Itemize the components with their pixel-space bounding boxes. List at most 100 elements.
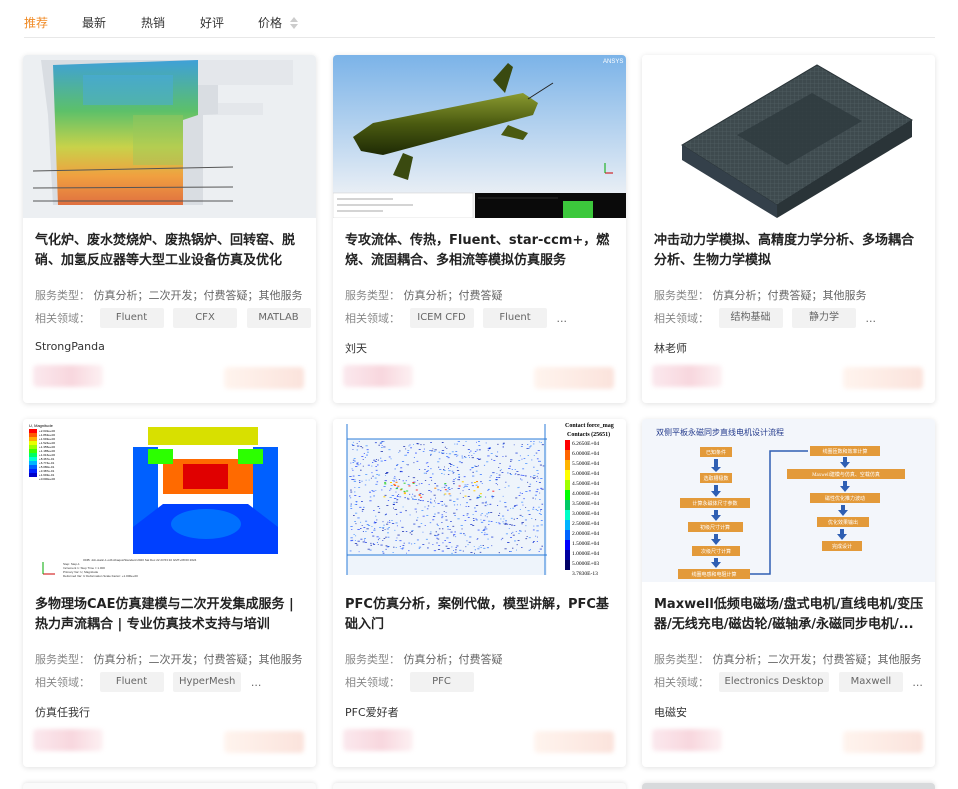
legend-value: 5.0000E+04 bbox=[572, 471, 599, 477]
blurred-price bbox=[33, 365, 103, 387]
service-type-label: 服务类型： bbox=[345, 653, 400, 666]
blurred-price bbox=[343, 729, 413, 751]
blurred-badge bbox=[534, 731, 614, 753]
more-fields-ellipsis[interactable]: ... bbox=[866, 312, 877, 325]
field-chip[interactable]: Fluent bbox=[99, 308, 164, 328]
service-card[interactable]: Contact force_mag Contacts (25651) 6.265… bbox=[333, 419, 626, 767]
cfd-furnace-image bbox=[23, 55, 316, 218]
service-card[interactable]: 气化炉、废水焚烧炉、废热锅炉、回转窑、脱硝、加氢反应器等大型工业设备仿真及优化 … bbox=[23, 55, 316, 403]
legend-value: 3.7830E-13 bbox=[572, 571, 598, 577]
author-name[interactable]: StrongPanda bbox=[35, 340, 105, 353]
service-types: 服务类型： 仿真分析；付费答疑；其他服务 bbox=[654, 287, 867, 303]
legend-value: 4.0000E+04 bbox=[572, 491, 599, 497]
field-chip[interactable]: MATLAB bbox=[246, 308, 311, 328]
related-fields: 相关领域： ICEM CFD Fluent ... bbox=[345, 308, 567, 328]
flow-step-label: 磁性优化推力波动 bbox=[825, 495, 865, 502]
pfc-contact-force-image: Contact force_mag Contacts (25651) 6.265… bbox=[333, 419, 626, 582]
author-name[interactable]: 电磁安 bbox=[654, 704, 687, 720]
legend-title: Contact force_mag bbox=[565, 423, 614, 429]
card-title: PFC仿真分析，案例代做，模型讲解，PFC基础入门 bbox=[345, 597, 609, 632]
service-type-value: 仿真分析；付费答疑 bbox=[403, 289, 503, 302]
blurred-badge bbox=[534, 367, 614, 389]
maxwell-flowchart-image: 双侧平板永磁同步直线电机设计流程 已知条件 选取槽极数 计算永磁体尺寸参数 初级… bbox=[642, 419, 935, 582]
service-types: 服务类型： 仿真分析；二次开发；付费答疑；其他服务 bbox=[35, 651, 303, 667]
flow-step-label: 已知条件 bbox=[706, 449, 726, 456]
legend-value: 2.0000E+04 bbox=[572, 531, 599, 537]
card-title: 专攻流体、传热，Fluent、star-ccm+，燃烧、流固耦合、多相流等模拟仿… bbox=[345, 233, 610, 268]
blurred-badge bbox=[224, 731, 304, 753]
card-thumbnail: 双侧平板永磁同步直线电机设计流程 已知条件 选取槽极数 计算永磁体尺寸参数 初级… bbox=[642, 419, 935, 582]
author-name[interactable]: 刘天 bbox=[345, 340, 367, 356]
sort-arrows-icon bbox=[289, 16, 298, 29]
legend-value: +0.000e+00 bbox=[39, 477, 55, 481]
service-card[interactable]: ANSYS 专攻流体、传热，Fluent、star-ccm+，燃烧、流固耦合、多… bbox=[333, 55, 626, 403]
legend-value: 1.5000E+04 bbox=[572, 541, 599, 547]
footer-deformed-var: Deformed Var: U Deformation Scale Factor… bbox=[63, 574, 138, 578]
service-types: 服务类型： 仿真分析；付费答疑 bbox=[345, 287, 503, 303]
blurred-price bbox=[652, 365, 722, 387]
more-fields-ellipsis[interactable]: ... bbox=[557, 312, 568, 325]
field-chip[interactable]: PFC bbox=[409, 672, 474, 692]
field-chip[interactable]: HyperMesh bbox=[173, 672, 242, 692]
sort-tab-recommended[interactable]: 推荐 bbox=[24, 14, 48, 31]
flow-step-label: 次级尺寸计算 bbox=[701, 548, 731, 555]
field-chip[interactable]: Maxwell bbox=[838, 672, 903, 692]
blurred-badge bbox=[224, 367, 304, 389]
flow-step-label: 线圈匝数和效率计算 bbox=[822, 448, 867, 455]
plate-mesh-image bbox=[642, 55, 935, 218]
field-chip[interactable]: Fluent bbox=[99, 672, 164, 692]
card-thumbnail: ANSYS bbox=[333, 55, 626, 218]
legend-title: U, Magnitude bbox=[29, 423, 54, 428]
legend-value: 3.0000E+04 bbox=[572, 511, 599, 517]
related-field-label: 相关领域： bbox=[654, 676, 709, 689]
field-chip[interactable]: Fluent bbox=[483, 308, 547, 328]
legend-value: 1.0000E+04 bbox=[572, 551, 599, 557]
flow-step-label: Maxwell建模与仿真、空载仿真 bbox=[812, 471, 880, 478]
sort-tab-price[interactable]: 价格 bbox=[258, 14, 298, 31]
sort-tab-hot[interactable]: 热销 bbox=[141, 14, 165, 31]
related-field-label: 相关领域： bbox=[654, 312, 709, 325]
service-card[interactable]: 双侧平板永磁同步直线电机设计流程 已知条件 选取槽极数 计算永磁体尺寸参数 初级… bbox=[642, 419, 935, 767]
more-fields-ellipsis[interactable]: ... bbox=[912, 676, 923, 689]
sort-tab-latest[interactable]: 最新 bbox=[82, 14, 106, 31]
field-chip[interactable]: CFX bbox=[173, 308, 237, 328]
field-chip[interactable]: 结构基础 bbox=[718, 308, 783, 328]
card-thumbnail bbox=[642, 55, 935, 218]
service-card-partial[interactable] bbox=[23, 783, 316, 789]
service-type-value: 仿真分析；付费答疑；其他服务 bbox=[712, 289, 867, 302]
more-fields-ellipsis[interactable]: ... bbox=[251, 676, 262, 689]
field-chip[interactable]: 静力学 bbox=[792, 308, 856, 328]
service-type-value: 仿真分析；二次开发；付费答疑；其他服务 bbox=[93, 653, 303, 666]
service-type-label: 服务类型： bbox=[35, 653, 90, 666]
service-card[interactable]: U, Magnitude +2.032e+00 +1.863e+00 +1.69… bbox=[23, 419, 316, 767]
legend-value: 5.5000E+04 bbox=[572, 461, 599, 467]
flow-step-label: 优化效果输出 bbox=[828, 519, 858, 526]
sort-tab-rating[interactable]: 好评 bbox=[200, 14, 224, 31]
related-fields: 相关领域： PFC bbox=[345, 672, 474, 692]
service-types: 服务类型： 仿真分析；二次开发；付费答疑；其他服务 bbox=[654, 651, 922, 667]
author-name[interactable]: 林老师 bbox=[654, 340, 687, 356]
legend-colorbar bbox=[29, 429, 37, 477]
service-type-label: 服务类型： bbox=[654, 289, 709, 302]
author-name[interactable]: 仿真任我行 bbox=[35, 704, 90, 720]
card-thumbnail: U, Magnitude +2.032e+00 +1.863e+00 +1.69… bbox=[23, 419, 316, 582]
author-name[interactable]: PFC爱好者 bbox=[345, 704, 399, 720]
card-title: Maxwell低频电磁场/盘式电机/直线电机/变压器/无线充电/磁齿轮/磁轴承/… bbox=[654, 597, 924, 632]
field-chip[interactable]: Electronics Desktop bbox=[718, 672, 830, 692]
related-field-label: 相关领域： bbox=[345, 312, 400, 325]
legend-subtitle: Contacts (25651) bbox=[567, 431, 610, 438]
legend-value: 2.5000E+04 bbox=[572, 521, 599, 527]
service-card[interactable]: 冲击动力学模拟、高精度力学分析、多场耦合分析、生物力学模拟 服务类型： 仿真分析… bbox=[642, 55, 935, 403]
service-card-partial[interactable] bbox=[333, 783, 626, 789]
flow-step-label: 初级尺寸计算 bbox=[700, 524, 730, 531]
flow-step-label: 选取槽极数 bbox=[703, 475, 728, 482]
service-type-label: 服务类型： bbox=[654, 653, 709, 666]
service-type-value: 仿真分析；付费答疑 bbox=[403, 653, 503, 666]
ansys-watermark: ANSYS bbox=[603, 59, 623, 65]
service-card-partial[interactable] bbox=[642, 783, 935, 789]
field-chip[interactable]: ICEM CFD bbox=[409, 308, 474, 328]
blurred-badge bbox=[843, 367, 923, 389]
service-types: 服务类型： 仿真分析；二次开发；付费答疑；其他服务 bbox=[35, 287, 303, 303]
card-thumbnail bbox=[23, 55, 316, 218]
flowchart-title: 双侧平板永磁同步直线电机设计流程 bbox=[656, 427, 784, 437]
